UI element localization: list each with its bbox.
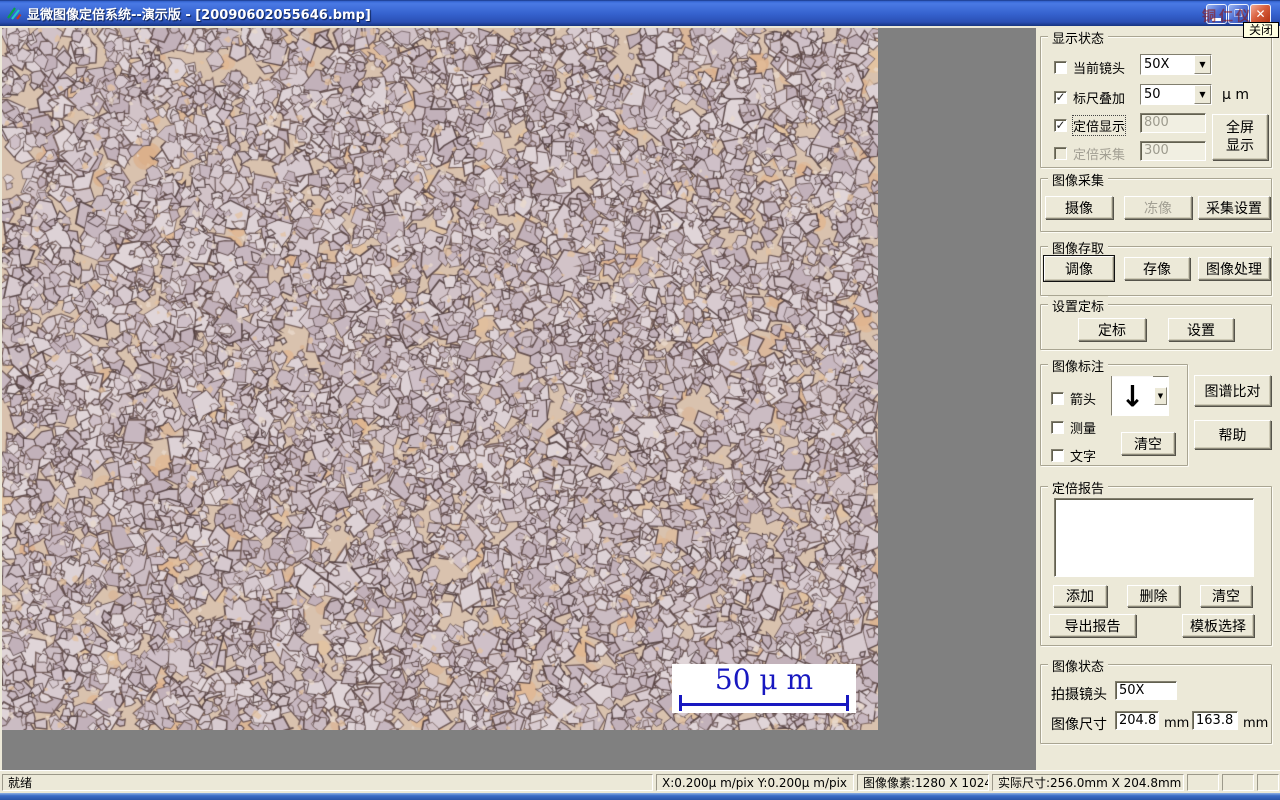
text-label[interactable]: 文字 <box>1070 446 1096 465</box>
freeze-button: 冻像 <box>1124 196 1192 219</box>
capture-settings-button[interactable]: 采集设置 <box>1198 196 1270 219</box>
arrow-label[interactable]: 箭头 <box>1070 389 1096 408</box>
size-label: 图像尺寸 <box>1051 717 1107 733</box>
image-process-button[interactable]: 图像处理 <box>1198 257 1270 280</box>
group-image-status: 图像状态 拍摄镜头 50X 图像尺寸 204.8 mm 163.8 mm <box>1040 656 1272 744</box>
report-clear-button[interactable]: 清空 <box>1200 585 1252 607</box>
checkbox-row-current-lens: 当前镜头 <box>1054 58 1125 77</box>
lens-label: 拍摄镜头 <box>1051 687 1107 703</box>
annotation-clear-button[interactable]: 清空 <box>1121 432 1175 455</box>
arrow-style-combo[interactable]: ↓ ▼ <box>1111 376 1169 416</box>
minimize-button[interactable] <box>1206 4 1227 24</box>
checkbox-row-arrow: 箭头 <box>1051 389 1096 408</box>
template-select-button[interactable]: 模板选择 <box>1182 614 1254 637</box>
group-report-label: 定倍报告 <box>1048 478 1109 497</box>
checkbox-row-text: 文字 <box>1051 446 1096 465</box>
load-image-button[interactable]: 调像 <box>1044 256 1114 281</box>
status-ready: 就绪 <box>2 774 653 791</box>
fullscreen-button[interactable]: 全屏 显示 <box>1212 114 1268 160</box>
checkbox-row-fixed-capture: 定倍采集 <box>1054 144 1125 163</box>
group-capture-label: 图像采集 <box>1048 170 1109 189</box>
restore-icon: ❐ <box>1234 8 1243 20</box>
image-height-field: 163.8 <box>1192 711 1238 730</box>
scale-bar-overlay: 50 μ m <box>672 664 856 713</box>
group-annotation-label: 图像标注 <box>1048 356 1109 375</box>
fixed-display-label[interactable]: 定倍显示 <box>1071 115 1127 136</box>
group-storage-label: 图像存取 <box>1048 238 1109 257</box>
group-image-status-label: 图像状态 <box>1048 656 1109 675</box>
status-bar: 就绪 X:0.200μ m/pix Y:0.200μ m/pix 图像像素:12… <box>0 770 1280 793</box>
current-lens-value: 50X <box>1141 55 1194 74</box>
group-display-status-label: 显示状态 <box>1048 28 1109 47</box>
fixed-capture-label: 定倍采集 <box>1073 148 1126 163</box>
restore-button[interactable]: ❐ <box>1228 4 1249 24</box>
arrow-checkbox[interactable] <box>1051 392 1064 405</box>
fixed-capture-field: 300 <box>1140 141 1206 161</box>
chevron-down-icon: ▼ <box>1194 85 1211 104</box>
micrograph-image[interactable] <box>2 28 878 730</box>
group-annotation: 图像标注 箭头 测量 文字 ↓ ▼ 清空 <box>1040 356 1188 466</box>
status-actual-size: 实际尺寸:256.0mm X 204.8mm <box>992 774 1184 791</box>
width-unit: mm <box>1164 716 1190 731</box>
ruler-label[interactable]: 标尺叠加 <box>1073 88 1125 107</box>
ruler-unit: μ m <box>1222 87 1249 103</box>
taskbar-edge <box>0 793 1280 800</box>
close-button[interactable]: ✕ <box>1250 4 1271 24</box>
measure-label[interactable]: 测量 <box>1070 418 1096 437</box>
status-empty-2 <box>1222 774 1254 791</box>
status-empty-1 <box>1187 774 1219 791</box>
help-button[interactable]: 帮助 <box>1194 420 1271 449</box>
fixed-display-checkbox[interactable]: ✓ <box>1054 119 1067 132</box>
scale-bar-label: 50 μ m <box>714 663 814 696</box>
current-lens-combo[interactable]: 50X ▼ <box>1140 54 1212 75</box>
status-scale: X:0.200μ m/pix Y:0.200μ m/pix <box>656 774 854 791</box>
group-calibration: 设置定标 <box>1040 296 1272 350</box>
report-delete-button[interactable]: 删除 <box>1127 585 1180 607</box>
ruler-value: 50 <box>1141 85 1194 104</box>
checkbox-row-measure: 测量 <box>1051 418 1096 437</box>
ruler-combo[interactable]: 50 ▼ <box>1140 84 1212 105</box>
lens-value-field: 50X <box>1115 681 1177 700</box>
report-listbox[interactable] <box>1054 498 1254 577</box>
save-image-button[interactable]: 存像 <box>1124 257 1190 280</box>
close-tooltip: 关闭 <box>1243 22 1279 38</box>
checkbox-row-fixed-display: ✓ 定倍显示 <box>1054 115 1127 136</box>
chevron-down-icon: ▼ <box>1194 55 1211 74</box>
measure-checkbox[interactable] <box>1051 421 1064 434</box>
atlas-compare-button[interactable]: 图谱比对 <box>1194 375 1271 406</box>
report-add-button[interactable]: 添加 <box>1053 585 1107 607</box>
text-checkbox[interactable] <box>1051 449 1064 462</box>
app-icon <box>7 7 22 20</box>
scale-bar-line <box>679 695 849 711</box>
group-report: 定倍报告 添加 删除 清空 导出报告 模板选择 <box>1040 478 1272 646</box>
ruler-checkbox[interactable]: ✓ <box>1054 91 1067 104</box>
calib-settings-button[interactable]: 设置 <box>1168 318 1234 341</box>
status-empty-3 <box>1257 774 1279 791</box>
fixed-capture-checkbox <box>1054 147 1067 160</box>
window-title: 显微图像定倍系统--演示版 - [20090602055646.bmp] <box>27 7 371 23</box>
calibrate-button[interactable]: 定标 <box>1078 318 1146 341</box>
title-bar: 显微图像定倍系统--演示版 - [20090602055646.bmp] <box>0 0 1280 26</box>
minimize-icon <box>1212 17 1221 21</box>
fullscreen-line2: 显示 <box>1226 138 1254 154</box>
checkbox-row-ruler: ✓ 标尺叠加 <box>1054 88 1125 107</box>
control-panel: 显示状态 当前镜头 50X ▼ ✓ 标尺叠加 50 ▼ μ m ✓ 定倍显示 8… <box>1036 26 1280 770</box>
close-icon: ✕ <box>1255 7 1266 21</box>
shoot-button[interactable]: 摄像 <box>1045 196 1113 219</box>
export-report-button[interactable]: 导出报告 <box>1049 614 1136 637</box>
fullscreen-line1: 全屏 <box>1226 120 1254 136</box>
image-width-field: 204.8 <box>1115 711 1159 730</box>
chevron-down-icon: ▼ <box>1154 387 1167 405</box>
group-calibration-label: 设置定标 <box>1048 296 1109 315</box>
arrow-style-glyph: ↓ <box>1112 376 1153 416</box>
height-unit: mm <box>1243 716 1269 731</box>
current-lens-label[interactable]: 当前镜头 <box>1073 58 1125 77</box>
current-lens-checkbox[interactable] <box>1054 61 1067 74</box>
status-pixels: 图像像素:1280 X 1024 <box>857 774 989 791</box>
fixed-display-field: 800 <box>1140 113 1206 133</box>
